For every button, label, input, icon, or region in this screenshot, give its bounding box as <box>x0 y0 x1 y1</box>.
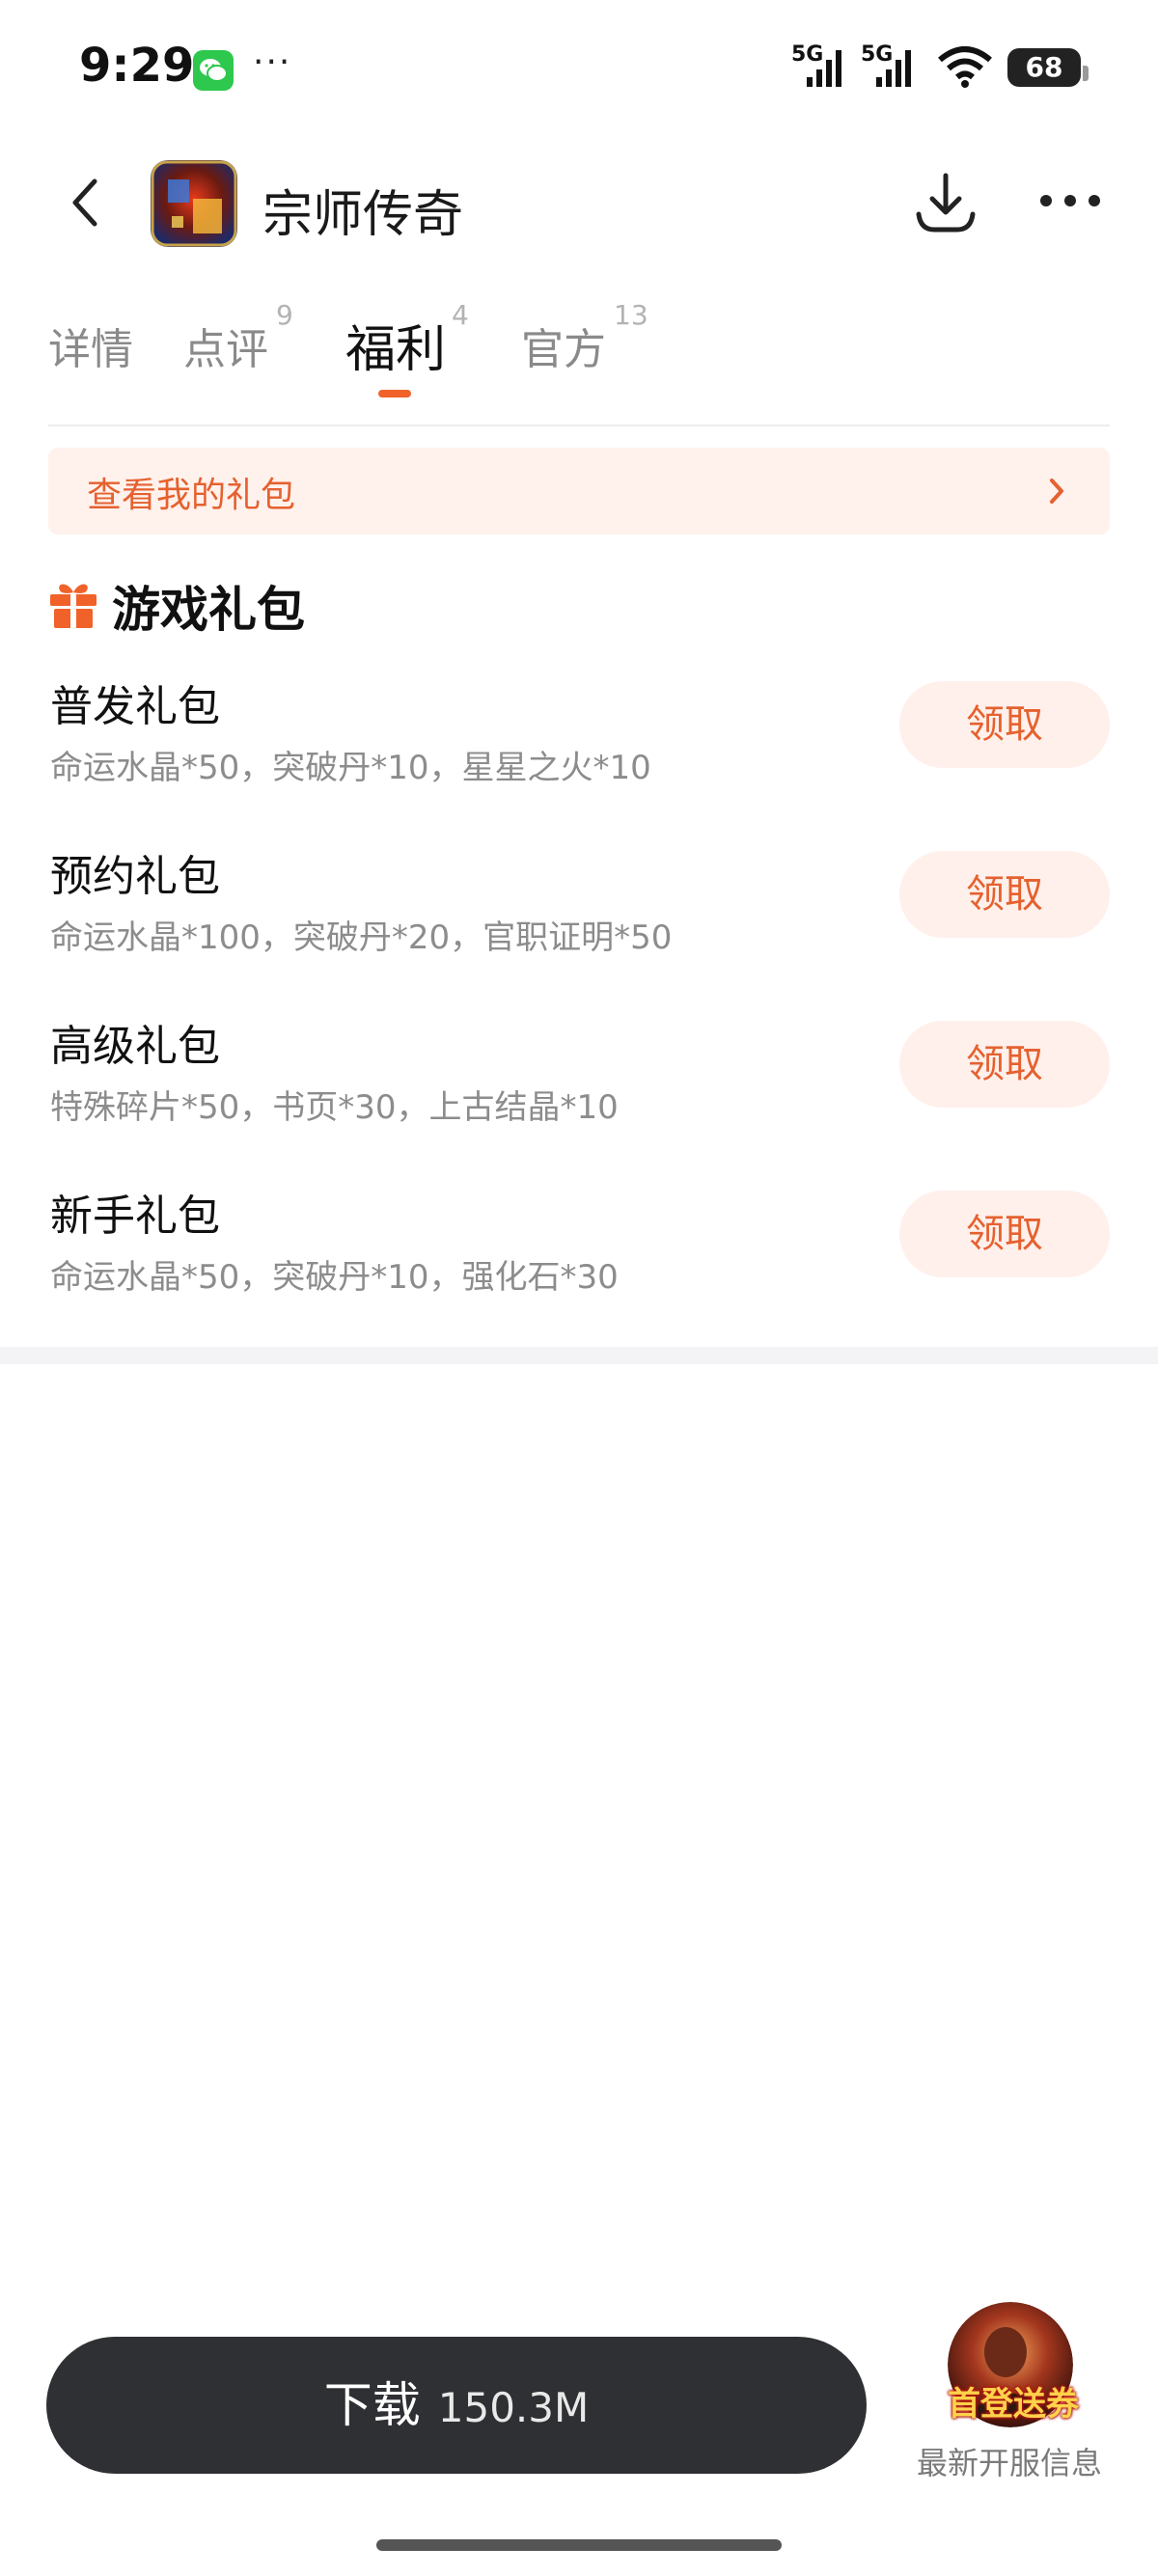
home-indicator[interactable] <box>376 2539 782 2551</box>
app-header: 宗师传奇 <box>0 135 1158 270</box>
server-info-label: 最新开服信息 <box>917 2445 1103 2481</box>
tab-reviews-label: 点评 <box>183 325 268 374</box>
section-title-text: 游戏礼包 <box>112 582 305 638</box>
wechat-icon <box>193 50 234 91</box>
download-size: 150.3M <box>437 2384 590 2431</box>
server-badge: 首登送券 <box>948 2385 1079 2424</box>
tab-divider <box>48 425 1110 426</box>
gift-name: 新手礼包 <box>50 1192 220 1241</box>
gift-item: 新手礼包 命运水晶*50，突破丹*10，强化石*30 领取 <box>48 1181 1110 1326</box>
download-icon[interactable] <box>911 168 980 237</box>
gift-item: 普发礼包 命运水晶*50，突破丹*10，星星之火*10 领取 <box>48 671 1110 816</box>
tab-bar: 详情 点评 9 福利 4 官方 13 <box>48 299 1110 405</box>
gift-description: 特殊碎片*50，书页*30，上古结晶*10 <box>50 1088 619 1127</box>
battery-level: 68 <box>1025 51 1063 83</box>
status-indicators: 5G 5G 68 <box>791 42 1089 96</box>
app-icon <box>151 160 237 247</box>
gift-description: 命运水晶*50，突破丹*10，强化石*30 <box>50 1258 619 1297</box>
claim-button[interactable]: 领取 <box>899 1021 1110 1108</box>
back-icon[interactable] <box>58 174 116 232</box>
server-info-widget[interactable]: 首登送券 最新开服信息 <box>913 2302 1116 2485</box>
gift-description: 命运水晶*50，突破丹*10，星星之火*10 <box>50 749 651 787</box>
download-label: 下载 <box>323 2377 421 2433</box>
tab-details-label: 详情 <box>48 325 133 374</box>
wifi-icon <box>936 42 994 95</box>
claim-button[interactable]: 领取 <box>899 851 1110 938</box>
tab-official-count: 13 <box>614 299 648 331</box>
gift-icon <box>50 584 96 628</box>
more-icon[interactable] <box>1036 181 1104 220</box>
my-gifts-banner[interactable]: 查看我的礼包 <box>48 448 1110 534</box>
gift-name: 高级礼包 <box>50 1022 220 1071</box>
gift-item: 高级礼包 特殊碎片*50，书页*30，上古结晶*10 领取 <box>48 1011 1110 1156</box>
status-bar: 9:29 ··· 5G 5G 68 <box>0 0 1158 135</box>
gift-description: 命运水晶*100，突破丹*20，官职证明*50 <box>50 918 673 957</box>
tab-reviews[interactable]: 点评 <box>183 315 268 376</box>
app-title: 宗师传奇 <box>262 186 464 244</box>
claim-button[interactable]: 领取 <box>899 1191 1110 1277</box>
tab-official-label: 官方 <box>521 325 606 374</box>
battery-icon: 68 <box>1007 48 1089 87</box>
status-time: 9:29 <box>79 39 195 93</box>
tab-official[interactable]: 官方 <box>521 315 606 376</box>
claim-button[interactable]: 领取 <box>899 681 1110 768</box>
tab-benefits[interactable]: 福利 <box>345 309 446 381</box>
tab-benefits-count: 4 <box>452 299 469 331</box>
gift-item: 预约礼包 命运水晶*100，突破丹*20，官职证明*50 领取 <box>48 841 1110 986</box>
tab-benefits-label: 福利 <box>345 321 447 379</box>
section-divider <box>0 1347 1158 1364</box>
my-gifts-label: 查看我的礼包 <box>87 476 296 515</box>
battery-tip <box>1083 66 1089 81</box>
tab-details[interactable]: 详情 <box>48 315 133 376</box>
notification-more-icon: ··· <box>253 42 292 82</box>
chevron-right-icon <box>1050 479 1063 504</box>
gift-name: 预约礼包 <box>50 852 220 901</box>
gift-name: 普发礼包 <box>50 682 220 731</box>
download-button[interactable]: 下载 150.3M <box>46 2337 867 2474</box>
tab-active-indicator <box>378 390 411 397</box>
tab-reviews-count: 9 <box>276 299 293 331</box>
